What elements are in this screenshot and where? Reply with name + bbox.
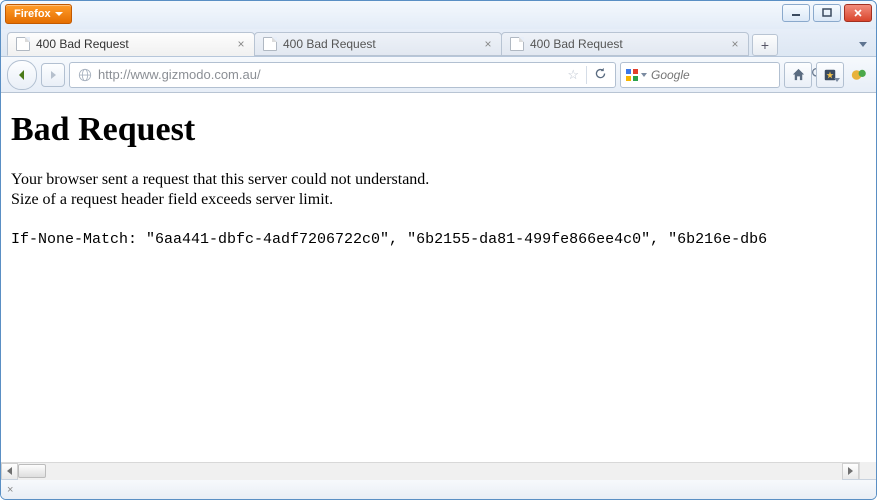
tab-label: 400 Bad Request	[283, 37, 475, 51]
firefox-menu-button[interactable]: Firefox	[5, 4, 72, 24]
google-icon	[625, 67, 639, 83]
maximize-button[interactable]	[813, 4, 841, 22]
tab-0[interactable]: 400 Bad Request ×	[7, 32, 255, 56]
dropdown-icon	[55, 12, 63, 16]
header-dump: If-None-Match: "6aa441-dbfc-4adf7206722c…	[11, 231, 866, 248]
separator	[586, 66, 587, 84]
back-button[interactable]	[7, 60, 37, 90]
scrollbar-thumb[interactable]	[18, 464, 46, 478]
window-titlebar: Firefox	[1, 1, 876, 29]
feedback-icon	[851, 67, 867, 83]
tab-close-button[interactable]: ×	[728, 37, 742, 51]
chevron-down-icon	[859, 42, 867, 47]
error-line-2: Size of a request header field exceeds s…	[11, 191, 866, 209]
tab-1[interactable]: 400 Bad Request ×	[254, 32, 502, 56]
error-heading: Bad Request	[11, 111, 866, 149]
home-button[interactable]	[784, 62, 812, 88]
firefox-label: Firefox	[14, 8, 51, 20]
tab-close-button[interactable]: ×	[481, 37, 495, 51]
tab-strip: 400 Bad Request × 400 Bad Request × 400 …	[1, 29, 876, 57]
forward-arrow-icon	[48, 70, 58, 80]
tab-close-button[interactable]: ×	[234, 37, 248, 51]
maximize-icon	[822, 8, 832, 18]
search-engine-dropdown-icon[interactable]	[641, 73, 647, 77]
minimize-button[interactable]	[782, 4, 810, 22]
forward-button[interactable]	[41, 63, 65, 87]
scrollbar-track[interactable]	[18, 463, 842, 480]
reload-icon	[594, 67, 607, 80]
page-body: Bad Request Your browser sent a request …	[1, 93, 876, 462]
error-line-1: Your browser sent a request that this se…	[11, 171, 866, 189]
tab-2[interactable]: 400 Bad Request ×	[501, 32, 749, 56]
browser-window: Firefox 400 Bad Request × 400 Bad Reques…	[0, 0, 877, 500]
status-bar: ×	[1, 479, 876, 499]
chevron-down-icon	[834, 78, 840, 82]
reload-button[interactable]	[590, 67, 611, 83]
horizontal-scrollbar-row	[1, 462, 876, 479]
statusbar-close-icon[interactable]: ×	[7, 484, 13, 496]
back-arrow-icon	[15, 68, 29, 82]
scroll-left-button[interactable]	[1, 463, 18, 480]
triangle-left-icon	[7, 467, 12, 475]
tab-label: 400 Bad Request	[530, 37, 722, 51]
home-icon	[791, 67, 806, 82]
page-icon	[510, 37, 524, 51]
scroll-right-button[interactable]	[842, 463, 859, 480]
page-icon	[16, 37, 30, 51]
page-icon	[263, 37, 277, 51]
scrollbar-corner	[859, 462, 876, 479]
close-icon	[853, 8, 863, 18]
feedback-button[interactable]	[848, 62, 870, 88]
navigation-toolbar: ☆	[1, 57, 876, 93]
close-window-button[interactable]	[844, 4, 872, 22]
horizontal-scrollbar[interactable]	[1, 462, 859, 479]
content-area: Bad Request Your browser sent a request …	[1, 93, 876, 499]
search-box[interactable]	[620, 62, 780, 88]
window-controls	[782, 4, 872, 22]
url-bar[interactable]: ☆	[69, 62, 616, 88]
tab-label: 400 Bad Request	[36, 37, 228, 51]
globe-icon	[78, 68, 92, 82]
triangle-right-icon	[848, 467, 853, 475]
tabs-overflow-button[interactable]	[856, 32, 870, 56]
bookmarks-button[interactable]	[816, 62, 844, 88]
url-input[interactable]	[98, 67, 563, 82]
new-tab-button[interactable]: +	[752, 34, 778, 56]
minimize-icon	[791, 8, 801, 18]
bookmark-star-icon[interactable]: ☆	[563, 67, 583, 83]
